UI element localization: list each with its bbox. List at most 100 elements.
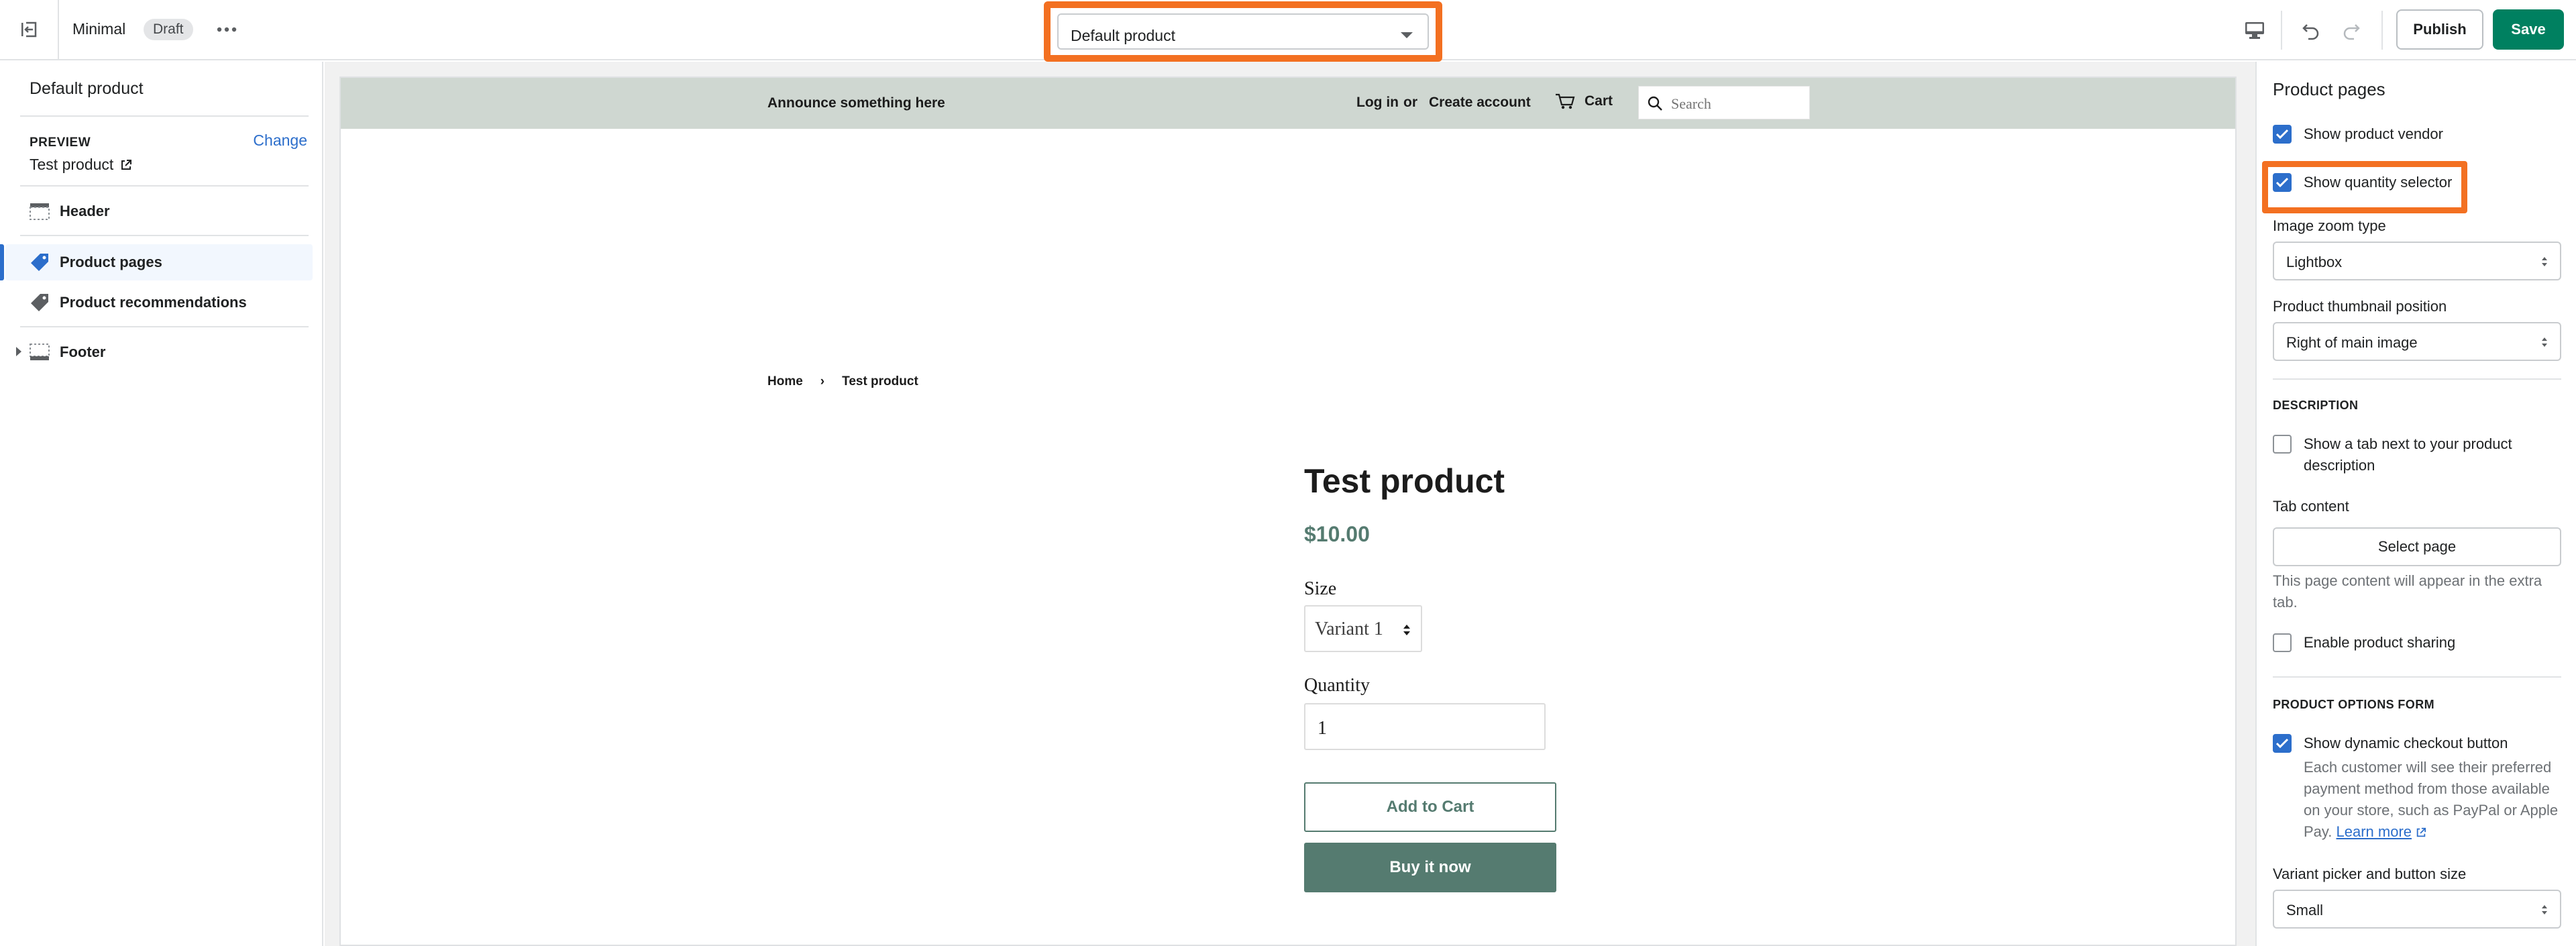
checkmark-icon (2273, 734, 2292, 753)
device-preview-button[interactable] (2239, 15, 2270, 46)
help-line: on your store, such as PayPal or Apple (2304, 802, 2559, 819)
options-form-heading: PRODUCT OPTIONS FORM (2273, 698, 2434, 711)
image-zoom-label: Image zoom type (2273, 217, 2386, 234)
save-button[interactable]: Save (2493, 9, 2564, 50)
preview-label: PREVIEW (30, 136, 91, 150)
thumbnail-position-label: Product thumbnail position (2273, 298, 2447, 315)
footer-section-icon (30, 343, 50, 362)
sidebar-title: Default product (30, 79, 144, 98)
cart-label: Cart (1585, 93, 1613, 109)
exit-editor-button[interactable] (0, 0, 59, 59)
or-text: or (1403, 95, 1417, 110)
search-placeholder: Search (1671, 95, 1711, 112)
size-label: Size (1304, 578, 1337, 599)
create-account-link[interactable]: Create account (1429, 95, 1531, 111)
exit-icon (21, 21, 37, 38)
checkbox-label: Enable product sharing (2304, 634, 2456, 651)
preview-product[interactable]: Test product (30, 156, 132, 174)
sidebar-item-footer[interactable]: Footer (0, 334, 313, 370)
sections-sidebar: Default product PREVIEW Change Test prod… (0, 62, 323, 946)
desktop-icon (2245, 22, 2264, 39)
quantity-input[interactable]: 1 (1304, 703, 1546, 750)
breadcrumb-home[interactable]: Home (767, 374, 803, 389)
checkbox-label-line: description (2304, 457, 2375, 474)
change-preview-link[interactable]: Change (253, 132, 307, 150)
help-line: Pay. (2304, 823, 2332, 840)
template-selector-highlight: Default product (1044, 1, 1442, 62)
sidebar-item-header[interactable]: Header (0, 193, 313, 229)
more-actions-button[interactable] (213, 16, 240, 43)
sidebar-item-product-recommendations[interactable]: Product recommendations (0, 284, 313, 321)
breadcrumb-separator: › (820, 374, 825, 388)
add-to-cart-button[interactable]: Add to Cart (1304, 782, 1556, 832)
cart-icon (1556, 93, 1575, 109)
store-search-input[interactable]: Search (1638, 86, 1810, 119)
divider (2381, 11, 2383, 50)
checkbox-label: Show product vendor (2304, 125, 2443, 142)
settings-title: Product pages (2273, 79, 2385, 99)
buy-it-now-button[interactable]: Buy it now (1304, 843, 1556, 892)
external-link-icon (2416, 827, 2426, 837)
redo-button[interactable] (2336, 15, 2367, 46)
select-arrows-icon (2542, 337, 2547, 347)
select-arrows-icon (2542, 905, 2547, 914)
select-value: Lightbox (2286, 254, 2343, 270)
sidebar-item-label: Product recommendations (60, 294, 247, 311)
help-line: Each customer will see their preferred (2304, 759, 2552, 776)
learn-more-link[interactable]: Learn more (2337, 823, 2412, 840)
checkmark-icon (2273, 173, 2292, 192)
variant-select[interactable]: Variant 1 (1304, 605, 1422, 652)
help-line: payment method from those available (2304, 780, 2550, 797)
select-page-button[interactable]: Select page (2273, 527, 2561, 566)
product-title: Test product (1304, 462, 1505, 500)
checkbox-label: Show dynamic checkout button (2304, 735, 2508, 751)
template-selector[interactable]: Default product (1057, 13, 1429, 50)
announcement-text: Announce something here (767, 95, 945, 111)
breadcrumb-current: Test product (842, 374, 918, 388)
description-heading: DESCRIPTION (2273, 399, 2359, 412)
publish-button[interactable]: Publish (2396, 9, 2483, 50)
theme-name: Minimal (72, 20, 126, 38)
ellipsis-icon (217, 27, 237, 32)
status-badge: Draft (144, 19, 193, 40)
sidebar-item-product-pages[interactable]: Product pages (5, 244, 313, 280)
show-quantity-selector-checkbox[interactable]: Show quantity selector (2273, 173, 2452, 193)
variant-size-select[interactable]: Small (2273, 890, 2561, 929)
divider (20, 326, 309, 327)
divider (2273, 378, 2561, 380)
divider (20, 235, 309, 236)
thumbnail-position-select[interactable]: Right of main image (2273, 322, 2561, 361)
breadcrumb: Home › Test product (767, 374, 918, 389)
active-indicator (0, 244, 4, 280)
header-section-icon (30, 202, 50, 221)
checkbox-box (2273, 435, 2292, 454)
tag-icon (30, 293, 50, 312)
external-link-icon (121, 159, 132, 170)
select-value: Right of main image (2286, 334, 2418, 351)
tag-icon (30, 253, 50, 272)
show-vendor-checkbox[interactable]: Show product vendor (2273, 125, 2443, 145)
checkbox-label: Show quantity selector (2304, 174, 2453, 191)
enable-sharing-checkbox[interactable]: Enable product sharing (2273, 633, 2455, 653)
show-tab-checkbox[interactable]: Show a tab next to your product descript… (2273, 435, 2512, 476)
divider (2281, 11, 2282, 50)
select-arrows-icon (2542, 257, 2547, 266)
help-line: tab. (2273, 594, 2298, 611)
image-zoom-select[interactable]: Lightbox (2273, 242, 2561, 280)
cart-link[interactable]: Cart (1555, 93, 1613, 110)
sidebar-item-label: Footer (60, 344, 106, 360)
settings-sidebar: Product pages Show product vendor Show q… (2255, 62, 2576, 946)
checkbox-label: Show a tab next to your product descript… (2304, 433, 2512, 476)
tab-content-label: Tab content (2273, 498, 2349, 515)
sidebar-item-label: Product pages (60, 254, 162, 270)
template-selector-label: Default product (1071, 27, 1175, 44)
login-link[interactable]: Log in (1356, 95, 1399, 111)
undo-icon (2302, 24, 2319, 40)
dynamic-checkout-help: Each customer will see their preferred p… (2304, 757, 2558, 843)
store-preview-frame[interactable]: Announce something here Log in or Create… (339, 76, 2237, 946)
store-preview-area: Announce something here Log in or Create… (325, 62, 2255, 946)
undo-button[interactable] (2296, 15, 2326, 46)
dynamic-checkout-checkbox[interactable]: Show dynamic checkout button (2273, 734, 2508, 754)
search-icon (1648, 96, 1662, 111)
help-line: This page content will appear in the ext… (2273, 572, 2542, 589)
